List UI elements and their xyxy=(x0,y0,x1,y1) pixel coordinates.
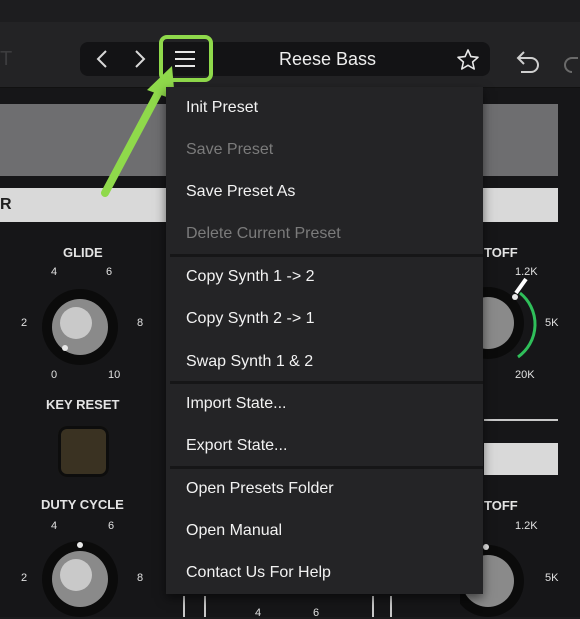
window-top-strip xyxy=(0,0,580,22)
key-reset-button[interactable] xyxy=(58,426,109,477)
menu-item-copy-synth-1-to-2[interactable]: Copy Synth 1 -> 2 xyxy=(186,256,481,298)
panel-divider xyxy=(484,419,558,421)
glide-tick: 6 xyxy=(106,266,113,278)
glide-knob[interactable] xyxy=(36,283,124,371)
section-label-bar-lower xyxy=(484,443,558,475)
panel-rule xyxy=(183,596,185,617)
undo-button[interactable] xyxy=(513,48,543,79)
glide-tick: 8 xyxy=(137,317,144,329)
menu-item-save-preset: Save Preset xyxy=(186,141,274,158)
cutoff-2-label: TOFF xyxy=(484,498,518,513)
duty-cycle-knob[interactable] xyxy=(36,535,124,617)
redo-button[interactable] xyxy=(562,48,580,79)
menu-item-delete-current-preset: Delete Current Preset xyxy=(186,225,341,242)
redo-icon xyxy=(564,57,578,73)
duty-cycle-tick: 6 xyxy=(108,520,115,532)
menu-item-import-state[interactable]: Import State... xyxy=(186,383,481,425)
cutoff-2-tick: 1.2K xyxy=(515,520,538,532)
faded-left-label: T xyxy=(0,48,13,70)
menu-item-init-preset[interactable]: Init Preset xyxy=(186,87,481,129)
panel-rule xyxy=(204,596,206,617)
section-label-fragment: R xyxy=(0,196,12,213)
hamburger-menu-icon xyxy=(175,51,195,67)
undo-icon xyxy=(516,51,539,73)
menu-button[interactable] xyxy=(173,49,197,74)
preset-menu: Init Preset Save Preset Save Preset As D… xyxy=(166,87,483,594)
menu-item-copy-synth-2-to-1[interactable]: Copy Synth 2 -> 1 xyxy=(186,298,481,340)
duty-cycle-tick: 4 xyxy=(51,520,58,532)
glide-tick: 2 xyxy=(21,317,28,329)
menu-item-save-preset-as[interactable]: Save Preset As xyxy=(186,171,481,213)
panel-rule xyxy=(372,596,374,617)
duty-cycle-tick: 8 xyxy=(137,572,144,584)
glide-label: GLIDE xyxy=(63,245,103,260)
duty-cycle-tick: 2 xyxy=(21,572,28,584)
favorite-button[interactable] xyxy=(456,48,480,77)
glide-tick: 4 xyxy=(51,266,58,278)
menu-item-export-state[interactable]: Export State... xyxy=(186,425,481,467)
menu-item-open-manual[interactable]: Open Manual xyxy=(186,510,481,552)
bottom-tick: 6 xyxy=(313,607,320,619)
cutoff-label: TOFF xyxy=(484,245,518,260)
cutoff-2-tick: 5K xyxy=(545,572,559,584)
star-icon xyxy=(457,49,479,70)
menu-item-swap-synth[interactable]: Swap Synth 1 & 2 xyxy=(186,341,481,383)
preset-name-display[interactable]: Reese Bass xyxy=(215,42,440,76)
bottom-tick: 4 xyxy=(255,607,262,619)
duty-cycle-label: DUTY CYCLE xyxy=(41,497,124,512)
menu-item-contact-us[interactable]: Contact Us For Help xyxy=(186,552,481,594)
key-reset-label: KEY RESET xyxy=(46,397,120,412)
panel-rule xyxy=(390,596,392,617)
menu-item-open-presets-folder[interactable]: Open Presets Folder xyxy=(186,468,481,510)
top-bar: T Reese Bass xyxy=(0,0,580,88)
